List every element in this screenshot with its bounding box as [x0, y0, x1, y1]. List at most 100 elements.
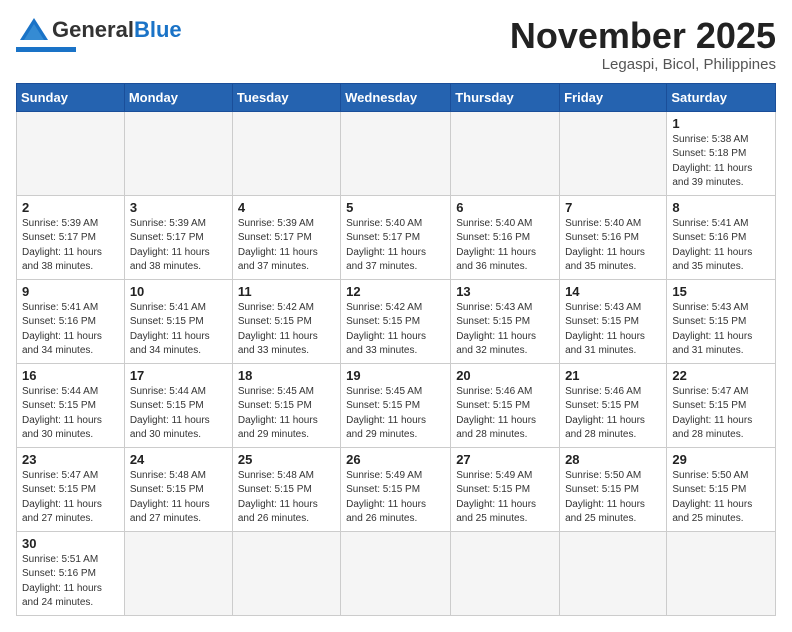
calendar-cell: 22 Sunrise: 5:47 AMSunset: 5:15 PMDayligh… — [667, 363, 776, 447]
calendar-cell: 5Sunrise: 5:40 AMSunset: 5:17 PMDaylight… — [341, 195, 451, 279]
day-number: 24 — [130, 452, 227, 467]
calendar-cell: 15Sunrise: 5:43 AMSunset: 5:15 PMDayligh… — [667, 279, 776, 363]
day-info: Sunrise: 5:43 AMSunset: 5:15 PMDaylight:… — [565, 301, 661, 359]
day-info: Sunrise: 5:41 AMSunset: 5:16 PMDaylight:… — [22, 301, 119, 359]
calendar-cell: 4Sunrise: 5:39 AMSunset: 5:17 PMDaylight… — [232, 195, 340, 279]
calendar-week-6: 30Sunrise: 5:51 AMSunset: 5:16 PMDayligh… — [17, 531, 776, 615]
calendar-cell — [124, 111, 232, 195]
weekday-header-friday: Friday — [560, 83, 667, 111]
day-info: Sunrise: 5:45 AMSunset: 5:15 PMDaylight:… — [238, 385, 335, 443]
calendar-cell — [560, 111, 667, 195]
calendar-cell — [451, 531, 560, 615]
calendar-cell: 23Sunrise: 5:47 AMSunset: 5:15 PMDayligh… — [17, 447, 125, 531]
calendar-week-4: 16 Sunrise: 5:44 AMSunset: 5:15 PMDayligh… — [17, 363, 776, 447]
calendar-cell — [667, 531, 776, 615]
day-info: Sunrise: 5:44 AMSunset: 5:15 PMDaylight:… — [130, 385, 227, 443]
day-number: 27 — [456, 452, 554, 467]
day-info: Sunrise: 5:48 AMSunset: 5:15 PMDaylight:… — [238, 469, 335, 527]
calendar-cell: 26 Sunrise: 5:49 AMSunset: 5:15 PMDayligh… — [341, 447, 451, 531]
calendar-week-2: 2 Sunrise: 5:39 AMSunset: 5:17 PMDaylight… — [17, 195, 776, 279]
day-number: 25 — [238, 452, 335, 467]
calendar-cell: 27 Sunrise: 5:49 AMSunset: 5:15 PMDayligh… — [451, 447, 560, 531]
calendar-cell — [124, 531, 232, 615]
day-number: 16 — [22, 368, 119, 383]
calendar-cell: 29 Sunrise: 5:50 AMSunset: 5:15 PMDayligh… — [667, 447, 776, 531]
day-info: Sunrise: 5:51 AMSunset: 5:16 PMDaylight:… — [22, 553, 119, 611]
day-number: 6 — [456, 200, 554, 215]
calendar-cell: 24 Sunrise: 5:48 AMSunset: 5:15 PMDayligh… — [124, 447, 232, 531]
calendar-cell: 8Sunrise: 5:41 AMSunset: 5:16 PMDaylight… — [667, 195, 776, 279]
day-number: 11 — [238, 284, 335, 299]
calendar-cell — [232, 531, 340, 615]
day-info: Sunrise: 5:39 AMSunset: 5:17 PMDaylight:… — [130, 217, 227, 275]
calendar-cell: 13 Sunrise: 5:43 AMSunset: 5:15 PMDayligh… — [451, 279, 560, 363]
day-number: 1 — [672, 116, 770, 131]
location: Legaspi, Bicol, Philippines — [510, 56, 776, 73]
day-info: Sunrise: 5:49 AMSunset: 5:15 PMDaylight:… — [456, 469, 554, 527]
calendar-week-1: 1 Sunrise: 5:38 AMSunset: 5:18 PMDaylight… — [17, 111, 776, 195]
calendar-cell: 9 Sunrise: 5:41 AMSunset: 5:16 PMDaylight… — [17, 279, 125, 363]
day-info: Sunrise: 5:38 AMSunset: 5:18 PMDaylight:… — [672, 133, 770, 191]
calendar-cell: 10Sunrise: 5:41 AMSunset: 5:15 PMDayligh… — [124, 279, 232, 363]
calendar-cell: 20 Sunrise: 5:46 AMSunset: 5:15 PMDayligh… — [451, 363, 560, 447]
day-number: 12 — [346, 284, 445, 299]
day-info: Sunrise: 5:40 AMSunset: 5:16 PMDaylight:… — [456, 217, 554, 275]
calendar-cell: 6 Sunrise: 5:40 AMSunset: 5:16 PMDaylight… — [451, 195, 560, 279]
day-number: 13 — [456, 284, 554, 299]
day-info: Sunrise: 5:49 AMSunset: 5:15 PMDaylight:… — [346, 469, 445, 527]
day-info: Sunrise: 5:43 AMSunset: 5:15 PMDaylight:… — [672, 301, 770, 359]
calendar-table: SundayMondayTuesdayWednesdayThursdayFrid… — [16, 83, 776, 616]
calendar-cell: 1 Sunrise: 5:38 AMSunset: 5:18 PMDaylight… — [667, 111, 776, 195]
calendar-cell: 28 Sunrise: 5:50 AMSunset: 5:15 PMDayligh… — [560, 447, 667, 531]
day-info: Sunrise: 5:42 AMSunset: 5:15 PMDaylight:… — [346, 301, 445, 359]
day-info: Sunrise: 5:48 AMSunset: 5:15 PMDaylight:… — [130, 469, 227, 527]
calendar-cell: 7Sunrise: 5:40 AMSunset: 5:16 PMDaylight… — [560, 195, 667, 279]
day-number: 9 — [22, 284, 119, 299]
day-info: Sunrise: 5:45 AMSunset: 5:15 PMDaylight:… — [346, 385, 445, 443]
day-info: Sunrise: 5:50 AMSunset: 5:15 PMDaylight:… — [565, 469, 661, 527]
weekday-header-sunday: Sunday — [17, 83, 125, 111]
day-info: Sunrise: 5:50 AMSunset: 5:15 PMDaylight:… — [672, 469, 770, 527]
calendar-cell: 12 Sunrise: 5:42 AMSunset: 5:15 PMDayligh… — [341, 279, 451, 363]
day-number: 17 — [130, 368, 227, 383]
day-number: 18 — [238, 368, 335, 383]
day-number: 22 — [672, 368, 770, 383]
day-number: 14 — [565, 284, 661, 299]
logo: GeneralBlue — [16, 16, 182, 52]
calendar-cell: 25 Sunrise: 5:48 AMSunset: 5:15 PMDayligh… — [232, 447, 340, 531]
day-info: Sunrise: 5:47 AMSunset: 5:15 PMDaylight:… — [22, 469, 119, 527]
day-info: Sunrise: 5:46 AMSunset: 5:15 PMDaylight:… — [456, 385, 554, 443]
logo-bar — [16, 47, 76, 52]
weekday-header-saturday: Saturday — [667, 83, 776, 111]
day-number: 26 — [346, 452, 445, 467]
day-number: 3 — [130, 200, 227, 215]
calendar-cell: 18 Sunrise: 5:45 AMSunset: 5:15 PMDayligh… — [232, 363, 340, 447]
calendar-cell: 2Sunrise: 5:39 AMSunset: 5:17 PMDaylight… — [17, 195, 125, 279]
day-number: 29 — [672, 452, 770, 467]
day-info: Sunrise: 5:43 AMSunset: 5:15 PMDaylight:… — [456, 301, 554, 359]
day-number: 21 — [565, 368, 661, 383]
calendar-week-5: 23Sunrise: 5:47 AMSunset: 5:15 PMDayligh… — [17, 447, 776, 531]
day-number: 10 — [130, 284, 227, 299]
day-number: 20 — [456, 368, 554, 383]
calendar-cell: 30Sunrise: 5:51 AMSunset: 5:16 PMDayligh… — [17, 531, 125, 615]
logo-text: GeneralBlue — [52, 17, 182, 43]
calendar-cell — [451, 111, 560, 195]
calendar-cell: 3 Sunrise: 5:39 AMSunset: 5:17 PMDaylight… — [124, 195, 232, 279]
calendar-cell — [341, 531, 451, 615]
calendar-cell — [17, 111, 125, 195]
day-info: Sunrise: 5:42 AMSunset: 5:15 PMDaylight:… — [238, 301, 335, 359]
day-number: 19 — [346, 368, 445, 383]
calendar-cell: 11 Sunrise: 5:42 AMSunset: 5:15 PMDayligh… — [232, 279, 340, 363]
page-header: GeneralBlue November 2025 Legaspi, Bicol… — [16, 16, 776, 73]
day-number: 2 — [22, 200, 119, 215]
calendar-cell: 19 Sunrise: 5:45 AMSunset: 5:15 PMDayligh… — [341, 363, 451, 447]
title-block: November 2025 Legaspi, Bicol, Philippine… — [510, 16, 776, 73]
weekday-header-monday: Monday — [124, 83, 232, 111]
day-number: 8 — [672, 200, 770, 215]
calendar-cell: 21Sunrise: 5:46 AMSunset: 5:15 PMDayligh… — [560, 363, 667, 447]
day-number: 28 — [565, 452, 661, 467]
day-info: Sunrise: 5:47 AMSunset: 5:15 PMDaylight:… — [672, 385, 770, 443]
day-number: 7 — [565, 200, 661, 215]
calendar-cell: 17 Sunrise: 5:44 AMSunset: 5:15 PMDayligh… — [124, 363, 232, 447]
